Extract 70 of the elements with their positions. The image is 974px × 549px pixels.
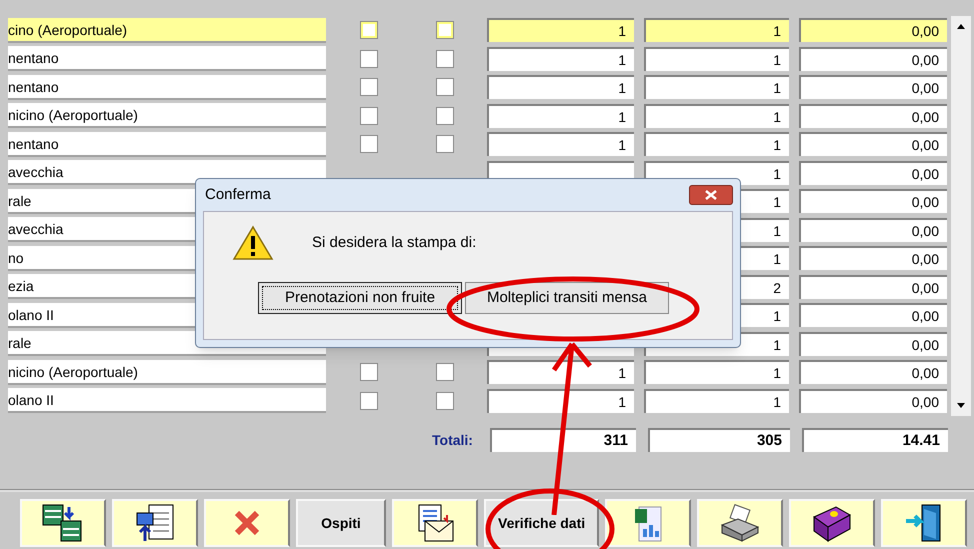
dialog-button[interactable]: Prenotazioni non fruite: [258, 282, 462, 314]
number-cell: 1: [644, 18, 789, 42]
checkbox[interactable]: [360, 392, 378, 410]
close-icon: [705, 190, 717, 200]
scroll-up-icon[interactable]: [957, 24, 965, 29]
number-cell: 0,00: [799, 160, 947, 185]
dialog-button[interactable]: Molteplici transiti mensa: [465, 282, 669, 314]
number-cell: 0,00: [799, 360, 947, 384]
number-cell: 0,00: [799, 75, 947, 100]
sede-cell[interactable]: olano II: [8, 388, 326, 414]
number-cell: 0,00: [799, 104, 947, 128]
number-cell: 0,00: [799, 388, 947, 413]
checkbox[interactable]: [436, 392, 454, 410]
number-cell: 1: [487, 104, 634, 128]
sede-cell[interactable]: nentano: [8, 132, 326, 157]
number-cell: 1: [644, 132, 789, 156]
toolbar-button[interactable]: [392, 499, 478, 547]
number-cell: 0,00: [799, 18, 947, 42]
checkbox[interactable]: [436, 363, 454, 382]
number-cell: 1: [487, 46, 634, 71]
number-cell: 1: [644, 104, 789, 128]
toolbar-button[interactable]: Verifiche dati: [484, 499, 600, 547]
toolbar-button[interactable]: [697, 499, 784, 547]
total-cell: 14.41: [802, 428, 948, 452]
checkbox[interactable]: [436, 135, 454, 154]
number-cell: 1: [644, 46, 789, 71]
number-cell: 1: [644, 75, 789, 100]
close-button[interactable]: [689, 185, 733, 205]
sede-cell[interactable]: nentano: [8, 74, 326, 100]
cross-icon: [232, 508, 262, 538]
checkbox[interactable]: [436, 50, 454, 68]
sede-cell[interactable]: nicino (Aeroportuale): [8, 103, 326, 128]
checkbox[interactable]: [360, 50, 378, 68]
sede-cell[interactable]: nentano: [8, 46, 326, 72]
number-cell: 1: [487, 75, 634, 100]
sede-cell[interactable]: nicino (Aeroportuale): [8, 360, 326, 385]
checkbox[interactable]: [436, 21, 454, 40]
checkbox[interactable]: [360, 21, 378, 40]
toolbar-button[interactable]: [881, 499, 968, 547]
sede-cell[interactable]: cino (Aeroportuale): [8, 18, 326, 43]
number-cell: 0,00: [799, 132, 947, 156]
checkbox[interactable]: [436, 78, 454, 96]
scrollbar[interactable]: [951, 16, 971, 416]
scroll-down-icon[interactable]: [957, 403, 965, 408]
checkbox[interactable]: [360, 78, 378, 96]
number-cell: 0,00: [799, 274, 947, 299]
number-cell: 1: [487, 388, 634, 413]
number-cell: 1: [644, 388, 789, 413]
number-cell: 0,00: [799, 189, 947, 214]
toolbar-button[interactable]: [20, 499, 106, 547]
number-cell: 0,00: [799, 246, 947, 270]
warning-icon: [232, 225, 274, 261]
checkbox[interactable]: [436, 106, 454, 125]
toolbar-button[interactable]: [112, 499, 198, 547]
toolbar-button[interactable]: [789, 499, 876, 547]
totals-label: Totali:: [432, 430, 474, 450]
checkbox[interactable]: [360, 106, 378, 125]
number-cell: 0,00: [799, 46, 947, 71]
total-cell: 305: [648, 428, 790, 452]
total-cell: 311: [490, 428, 636, 452]
checkbox[interactable]: [360, 363, 378, 382]
number-cell: 0,00: [799, 218, 947, 242]
number-cell: 1: [487, 18, 634, 42]
number-cell: 1: [487, 132, 634, 156]
number-cell: 0,00: [799, 332, 947, 356]
number-cell: 1: [487, 360, 634, 384]
checkbox[interactable]: [360, 135, 378, 154]
number-cell: 0,00: [799, 303, 947, 328]
number-cell: 1: [644, 360, 789, 384]
toolbar-button[interactable]: Ospiti: [296, 499, 386, 547]
